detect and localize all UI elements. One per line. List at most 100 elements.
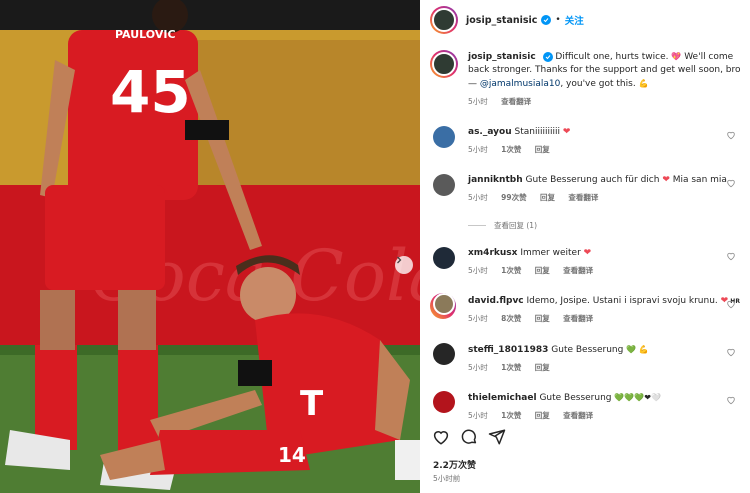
comment-item: thielemichael Gute Besserung 💚💚💚❤🤍 5小时 1…: [430, 391, 742, 422]
heart-icon[interactable]: [726, 347, 736, 357]
replies-divider: [468, 225, 486, 226]
comment-time: 5小时: [468, 193, 488, 202]
comment-meta: 5小时 1次赞 回复 查看翻译: [468, 264, 742, 277]
caption-time: 5小时: [468, 97, 488, 106]
player-back-name: PAULOVIC: [115, 28, 176, 41]
comment-username[interactable]: xm4rkusx: [468, 248, 517, 258]
verified-badge-icon: [541, 15, 552, 25]
heart-icon[interactable]: [726, 251, 736, 261]
reply-button[interactable]: 回复: [535, 411, 550, 420]
comment-translate-link[interactable]: 查看翻译: [563, 411, 593, 420]
caption-author[interactable]: josip_stanisic: [468, 52, 536, 62]
photo-illustration: Coca-Cola PAULOVIC 45 T 14: [0, 0, 420, 493]
caption-mention[interactable]: @jamalmusiala10: [480, 79, 560, 89]
follow-button[interactable]: 关注: [565, 13, 584, 27]
caption-line-1: Difficult one, hurts twice.: [555, 52, 672, 62]
comment-username[interactable]: as._ayou: [468, 127, 512, 137]
comment-avatar[interactable]: [433, 391, 455, 413]
comment-text-extra: Mia san mia: [669, 175, 727, 185]
comment-body: xm4rkusx Immer weiter ❤ 5小时 1次赞 回复 查看翻译: [468, 247, 742, 277]
comment-username[interactable]: jannikntbh: [468, 175, 523, 185]
separator-dot: •: [555, 15, 561, 25]
author-avatar[interactable]: [430, 6, 458, 34]
caption-line-3: , you've got this.: [560, 79, 639, 89]
comment-emoji: 💚: [626, 345, 637, 354]
comment-item: jannikntbh Gute Besserung auch für dich …: [430, 174, 742, 204]
comment-time: 5小时: [468, 266, 488, 275]
comment-text: Idemo, Josipe. Ustani i ispravi svoju kr…: [526, 296, 718, 306]
comment-username[interactable]: steffi_18011983: [468, 345, 548, 355]
comment-translate-link[interactable]: 查看翻译: [568, 193, 598, 202]
comment-time: 5小时: [468, 145, 488, 154]
comment-translate-link[interactable]: 查看翻译: [563, 266, 593, 275]
comment-body: david.flpvc Idemo, Josipe. Ustani i ispr…: [468, 295, 742, 325]
comment-emoji: 💚💚💚❤🤍: [614, 393, 661, 402]
caption-meta: 5小时 查看翻译: [468, 95, 742, 108]
heart-icon[interactable]: [726, 395, 736, 405]
comment-body: thielemichael Gute Besserung 💚💚💚❤🤍 5小时 1…: [468, 391, 742, 422]
heart-icon[interactable]: [726, 178, 736, 188]
comment-likes[interactable]: 1次赞: [501, 145, 521, 154]
post-time: 5小时前: [433, 474, 461, 483]
comment-icon[interactable]: [460, 428, 478, 446]
post-action-bar: [432, 428, 506, 446]
caption-author-avatar[interactable]: [430, 50, 458, 78]
verified-badge-icon: [542, 52, 553, 62]
seated-player-number: 14: [278, 443, 306, 467]
comment-avatar[interactable]: [433, 343, 455, 365]
reply-button[interactable]: 回复: [540, 193, 555, 202]
post-caption: josip_stanisic Difficult one, hurts twic…: [430, 50, 742, 108]
comment-text: Gute Besserung: [539, 393, 612, 403]
reply-button[interactable]: 回复: [535, 145, 550, 154]
comment-meta: 5小时 1次赞 回复 查看翻译: [468, 409, 742, 422]
view-replies-label: 查看回复 (1): [494, 221, 538, 230]
comment-body: jannikntbh Gute Besserung auch für dich …: [468, 174, 742, 204]
reply-button[interactable]: 回复: [535, 314, 550, 323]
comment-likes[interactable]: 1次赞: [501, 266, 521, 275]
comment-avatar[interactable]: [433, 174, 455, 196]
comment-likes[interactable]: 8次赞: [501, 314, 521, 323]
comment-text: Immer weiter: [520, 248, 581, 258]
author-username[interactable]: josip_stanisic: [466, 15, 537, 26]
post-photo: Coca-Cola PAULOVIC 45 T 14: [0, 0, 420, 493]
reply-button[interactable]: 回复: [535, 363, 550, 372]
comment-avatar[interactable]: [433, 247, 455, 269]
heart-emoji-icon: 💖: [671, 52, 682, 61]
heart-icon[interactable]: [726, 130, 736, 140]
comment-text: Gute Besserung auch für dich: [525, 175, 660, 185]
post-header: josip_stanisic • 关注: [420, 0, 750, 40]
comment-meta: 5小时 1次赞 回复: [468, 143, 742, 156]
comment-text-extra: 💪: [636, 345, 649, 354]
chevron-right-icon: [397, 256, 402, 264]
comment-avatar[interactable]: [433, 126, 455, 148]
comment-text: Gute Besserung: [551, 345, 624, 355]
player-back-number: 45: [110, 58, 191, 126]
next-photo-button[interactable]: [395, 256, 413, 274]
heart-icon[interactable]: [432, 428, 450, 446]
comment-text: Staniiiiiiiiii: [514, 127, 560, 137]
comment-translate-link[interactable]: 查看翻译: [563, 314, 593, 323]
comment-likes[interactable]: 99次赞: [501, 193, 526, 202]
comment-time: 5小时: [468, 411, 488, 420]
comment-emoji: ❤: [562, 127, 571, 137]
view-replies-link[interactable]: 查看回复 (1): [468, 220, 537, 231]
comment-likes[interactable]: 1次赞: [501, 411, 521, 420]
comment-meta: 5小时 99次赞 回复 查看翻译: [468, 191, 742, 204]
share-icon[interactable]: [488, 428, 506, 446]
comment-avatar[interactable]: [430, 293, 456, 319]
caption-text: josip_stanisic Difficult one, hurts twic…: [468, 50, 742, 108]
comment-emoji: ❤: [662, 175, 670, 185]
caption-translate-link[interactable]: 查看翻译: [501, 97, 531, 106]
heart-icon[interactable]: [726, 299, 736, 309]
comment-meta: 5小时 8次赞 回复 查看翻译: [468, 312, 742, 325]
reply-button[interactable]: 回复: [535, 266, 550, 275]
comment-meta: 5小时 1次赞 回复: [468, 361, 742, 374]
likes-count[interactable]: 2.2万次赞: [433, 458, 476, 471]
comment-username[interactable]: david.flpvc: [468, 296, 524, 306]
comment-likes[interactable]: 1次赞: [501, 363, 521, 372]
comment-item: david.flpvc Idemo, Josipe. Ustani i ispr…: [430, 293, 742, 325]
comment-body: as._ayou Staniiiiiiiiii ❤ 5小时 1次赞 回复: [468, 126, 742, 156]
comment-username[interactable]: thielemichael: [468, 393, 537, 403]
post-panel: josip_stanisic • 关注 josip_stanisic Diffi…: [420, 0, 750, 493]
comment-item: steffi_18011983 Gute Besserung 💚 💪 5小时 1…: [430, 343, 742, 374]
